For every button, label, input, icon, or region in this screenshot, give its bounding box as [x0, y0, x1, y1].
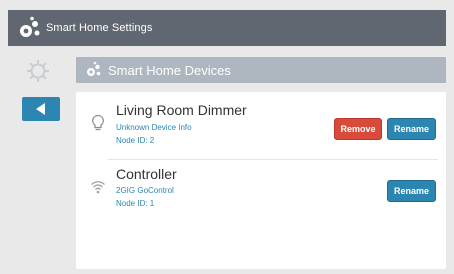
gear-icon[interactable] [24, 57, 52, 85]
rename-button[interactable]: Rename [387, 180, 436, 202]
wireless-signal-icon [90, 178, 106, 196]
smart-home-logo-icon [16, 14, 44, 42]
smart-home-devices-icon [84, 60, 104, 80]
section-header: Smart Home Devices [76, 57, 446, 83]
remove-button[interactable]: Remove [334, 118, 382, 140]
app-window: Smart Home Settings Smart Home Devices L… [0, 0, 454, 274]
lightbulb-icon [90, 114, 106, 132]
device-name: Controller [116, 166, 177, 182]
device-node-id: Node ID: 2 [116, 136, 155, 145]
window-title: Smart Home Settings [46, 22, 153, 34]
back-button[interactable] [22, 97, 60, 121]
section-title: Smart Home Devices [108, 62, 231, 78]
device-info: Unknown Device Info [116, 123, 192, 132]
device-name: Living Room Dimmer [116, 102, 247, 118]
device-node-id: Node ID: 1 [116, 199, 155, 208]
devices-panel: Living Room Dimmer Unknown Device Info N… [76, 92, 446, 269]
device-row: Controller 2GIG GoControl Node ID: 1 Ren… [76, 166, 446, 226]
device-row: Living Room Dimmer Unknown Device Info N… [76, 98, 446, 158]
back-arrow-icon [35, 103, 45, 115]
divider [108, 159, 438, 160]
title-bar: Smart Home Settings [8, 10, 446, 46]
device-info: 2GIG GoControl [116, 186, 174, 195]
rename-button[interactable]: Rename [387, 118, 436, 140]
